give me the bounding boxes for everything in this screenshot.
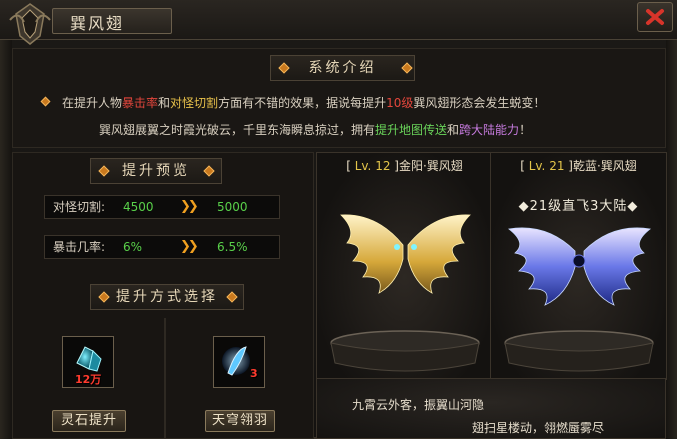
intro-line-1: 在提升人物暴击率和对怪切割方面有不错的效果，据说每提升10级巽风翅形态会发生蜕变… [62,96,546,110]
preview-header: 提升预览 [90,158,222,184]
double-arrow-icon: ❯❯ [180,199,199,214]
close-button[interactable] [637,2,673,32]
stat-row-crit: 暴击几率: 6% ❯❯ 6.5% [44,235,280,259]
crystal-item-slot[interactable]: 12万 [62,336,114,388]
current-wing-card: [ Lv. 12 ]金阳·巽风翅 [316,152,493,380]
option-divider [164,318,166,439]
intro-line-2: 巽风翅展翼之时霞光破云，千里东海瞬息掠过，拥有提升地图传送和跨大陆能力！ [99,123,532,137]
window-title: 巽风翅 [70,14,125,33]
left-rail [0,40,12,439]
intro-header: 系统介绍 [270,55,415,81]
pedestal-icon [504,330,654,372]
pedestal-icon [330,330,480,372]
next-wing-card: [ Lv. 21 ]乾蓝·巽风翅 ◆21级直飞3大陆◆ [490,152,667,380]
dragon-emblem-icon [4,0,56,46]
crystal-upgrade-button[interactable]: 灵石提升 [52,410,126,432]
feather-item-slot[interactable]: 3 [213,336,265,388]
upgrade-method-header: 提升方式选择 [90,284,244,310]
double-arrow-icon: ❯❯ [180,239,199,254]
feather-upgrade-button[interactable]: 天穹翎羽 [205,410,275,432]
close-icon [646,9,664,25]
poem-line-2: 翅扫星楼动，翎燃蜃雾尽 [472,421,605,435]
poem-line-1: 九霄云外客，振翼山河隐 [352,398,485,412]
right-rail [666,40,677,439]
stat-row-slash: 对怪切割: 4500 ❯❯ 5000 [44,195,280,219]
